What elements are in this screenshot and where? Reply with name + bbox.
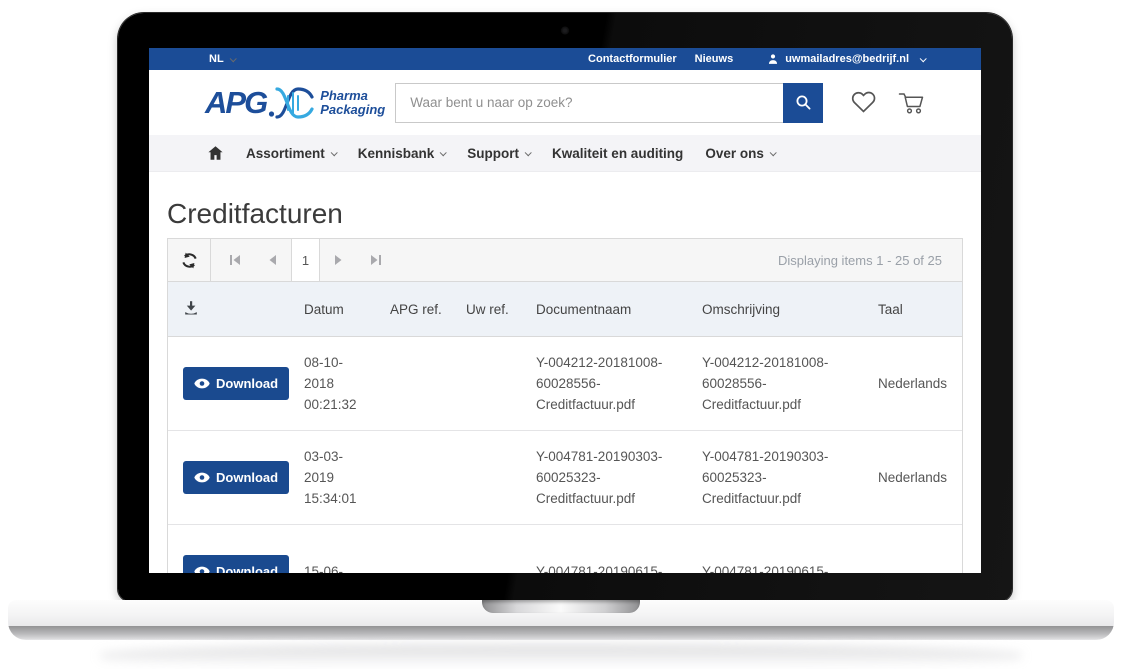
- chevron-down-icon: [330, 149, 337, 156]
- user-icon: [767, 52, 779, 66]
- cart-button[interactable]: [897, 90, 925, 115]
- refresh-button[interactable]: [168, 239, 211, 281]
- main-content: Creditfacturen: [149, 198, 981, 573]
- chevron-down-icon: [770, 149, 777, 156]
- cell-omschrijving: Y-004212-20181008- 60028556- Creditfactu…: [694, 346, 870, 421]
- download-button[interactable]: Download: [183, 367, 289, 400]
- page-title: Creditfacturen: [167, 198, 963, 230]
- paging-status: Displaying items 1 - 25 of 25: [778, 253, 962, 268]
- col-header-datum[interactable]: Datum: [296, 296, 382, 323]
- laptop-reflection: [100, 644, 1022, 668]
- prev-page-button[interactable]: [254, 239, 291, 281]
- prev-page-icon: [268, 254, 277, 266]
- nav-item-kennisbank[interactable]: Kennisbank: [358, 146, 446, 161]
- main-nav: Assortiment Kennisbank Support Kwaliteit…: [149, 135, 981, 172]
- heart-icon: [850, 90, 877, 115]
- col-header-omschrijving[interactable]: Omschrijving: [694, 296, 870, 323]
- language-label: NL: [209, 53, 224, 65]
- cell-taal: Nederlands: [870, 461, 962, 494]
- language-selector[interactable]: NL: [209, 53, 235, 65]
- nav-item-kwaliteit[interactable]: Kwaliteit en auditing: [552, 146, 683, 161]
- download-button[interactable]: Download: [183, 461, 289, 494]
- eye-icon: [194, 566, 210, 573]
- logo-tagline-1: Pharma: [320, 88, 368, 103]
- cell-uw-ref: [458, 566, 528, 574]
- table-row: Download 03-03- 2019 15:34:01 Y-004781-2…: [168, 431, 962, 525]
- cell-apg-ref: [382, 378, 458, 390]
- cell-taal: Nederlands: [870, 367, 962, 400]
- search-box: [395, 83, 823, 123]
- logo[interactable]: APG Pharma Packaging: [205, 85, 385, 121]
- current-page[interactable]: 1: [291, 239, 320, 281]
- cell-documentnaam: Y-004781-20190303- 60025323- Creditfactu…: [528, 440, 694, 515]
- cell-apg-ref: [382, 566, 458, 574]
- account-menu[interactable]: uwmailadres@bedrijf.nl: [767, 52, 925, 66]
- table-row: Download 15-06- Y-004781-20190615- Y-004…: [168, 525, 962, 573]
- cell-datum: 15-06-: [296, 555, 382, 573]
- logo-tagline-2: Packaging: [320, 102, 385, 117]
- documents-table: Datum APG ref. Uw ref. Documentnaam Omsc…: [167, 282, 963, 573]
- col-header-documentnaam[interactable]: Documentnaam: [528, 296, 694, 323]
- laptop-base-notch: [482, 600, 640, 613]
- col-header-taal[interactable]: Taal: [870, 296, 962, 323]
- first-page-button[interactable]: [217, 239, 254, 281]
- last-page-icon: [369, 254, 382, 266]
- cell-omschrijving: Y-004781-20190303- 60025323- Creditfactu…: [694, 440, 870, 515]
- cell-taal: [870, 566, 962, 574]
- search-button[interactable]: [783, 83, 823, 123]
- next-page-icon: [334, 254, 343, 266]
- cell-uw-ref: [458, 472, 528, 484]
- cell-documentnaam: Y-004212-20181008- 60028556- Creditfactu…: [528, 346, 694, 421]
- search-icon: [795, 94, 812, 111]
- dna-helix-icon: [268, 85, 314, 121]
- col-header-apg-ref[interactable]: APG ref.: [382, 296, 458, 323]
- download-button[interactable]: Download: [183, 555, 289, 573]
- account-email: uwmailadres@bedrijf.nl: [785, 53, 909, 65]
- last-page-button[interactable]: [357, 239, 394, 281]
- site-header: APG Pharma Packaging: [149, 70, 981, 135]
- cell-omschrijving: Y-004781-20190615-: [694, 555, 870, 573]
- cell-documentnaam: Y-004781-20190615-: [528, 555, 694, 573]
- cell-datum: 03-03- 2019 15:34:01: [296, 440, 382, 515]
- logo-acronym: APG: [205, 87, 266, 118]
- chevron-down-icon: [440, 149, 447, 156]
- laptop-lid: NL Contactformulier Nieuws uwmailadres@b…: [118, 13, 1012, 601]
- topbar: NL Contactformulier Nieuws uwmailadres@b…: [149, 48, 981, 70]
- wishlist-button[interactable]: [850, 90, 877, 115]
- nav-item-assortiment[interactable]: Assortiment: [246, 146, 336, 161]
- topbar-link-contactformulier[interactable]: Contactformulier: [588, 53, 677, 65]
- first-page-icon: [229, 254, 242, 266]
- chevron-down-icon: [229, 55, 236, 62]
- nav-item-over-ons[interactable]: Over ons: [705, 146, 775, 161]
- eye-icon: [194, 472, 210, 483]
- table-row: Download 08-10- 2018 00:21:32 Y-004212-2…: [168, 337, 962, 431]
- cell-uw-ref: [458, 378, 528, 390]
- eye-icon: [194, 378, 210, 389]
- cell-datum: 08-10- 2018 00:21:32: [296, 346, 382, 421]
- chevron-down-icon: [525, 149, 532, 156]
- home-icon: [207, 145, 224, 161]
- col-header-uw-ref[interactable]: Uw ref.: [458, 296, 528, 323]
- search-input[interactable]: [395, 83, 783, 123]
- next-page-button[interactable]: [320, 239, 357, 281]
- laptop-base: [8, 600, 1114, 640]
- nav-item-support[interactable]: Support: [467, 146, 530, 161]
- webcam-icon: [562, 27, 569, 34]
- nav-home[interactable]: [207, 145, 224, 161]
- cell-apg-ref: [382, 472, 458, 484]
- topbar-link-nieuws[interactable]: Nieuws: [695, 53, 734, 65]
- table-toolbar: 1 Displaying items 1 - 25 of 25: [167, 238, 963, 282]
- laptop-screen: NL Contactformulier Nieuws uwmailadres@b…: [149, 48, 981, 573]
- cart-icon: [897, 90, 925, 115]
- table-header-row: Datum APG ref. Uw ref. Documentnaam Omsc…: [168, 282, 962, 337]
- download-all-header[interactable]: [168, 294, 296, 325]
- chevron-down-icon: [920, 55, 927, 62]
- download-icon: [183, 300, 199, 316]
- refresh-icon: [181, 252, 198, 269]
